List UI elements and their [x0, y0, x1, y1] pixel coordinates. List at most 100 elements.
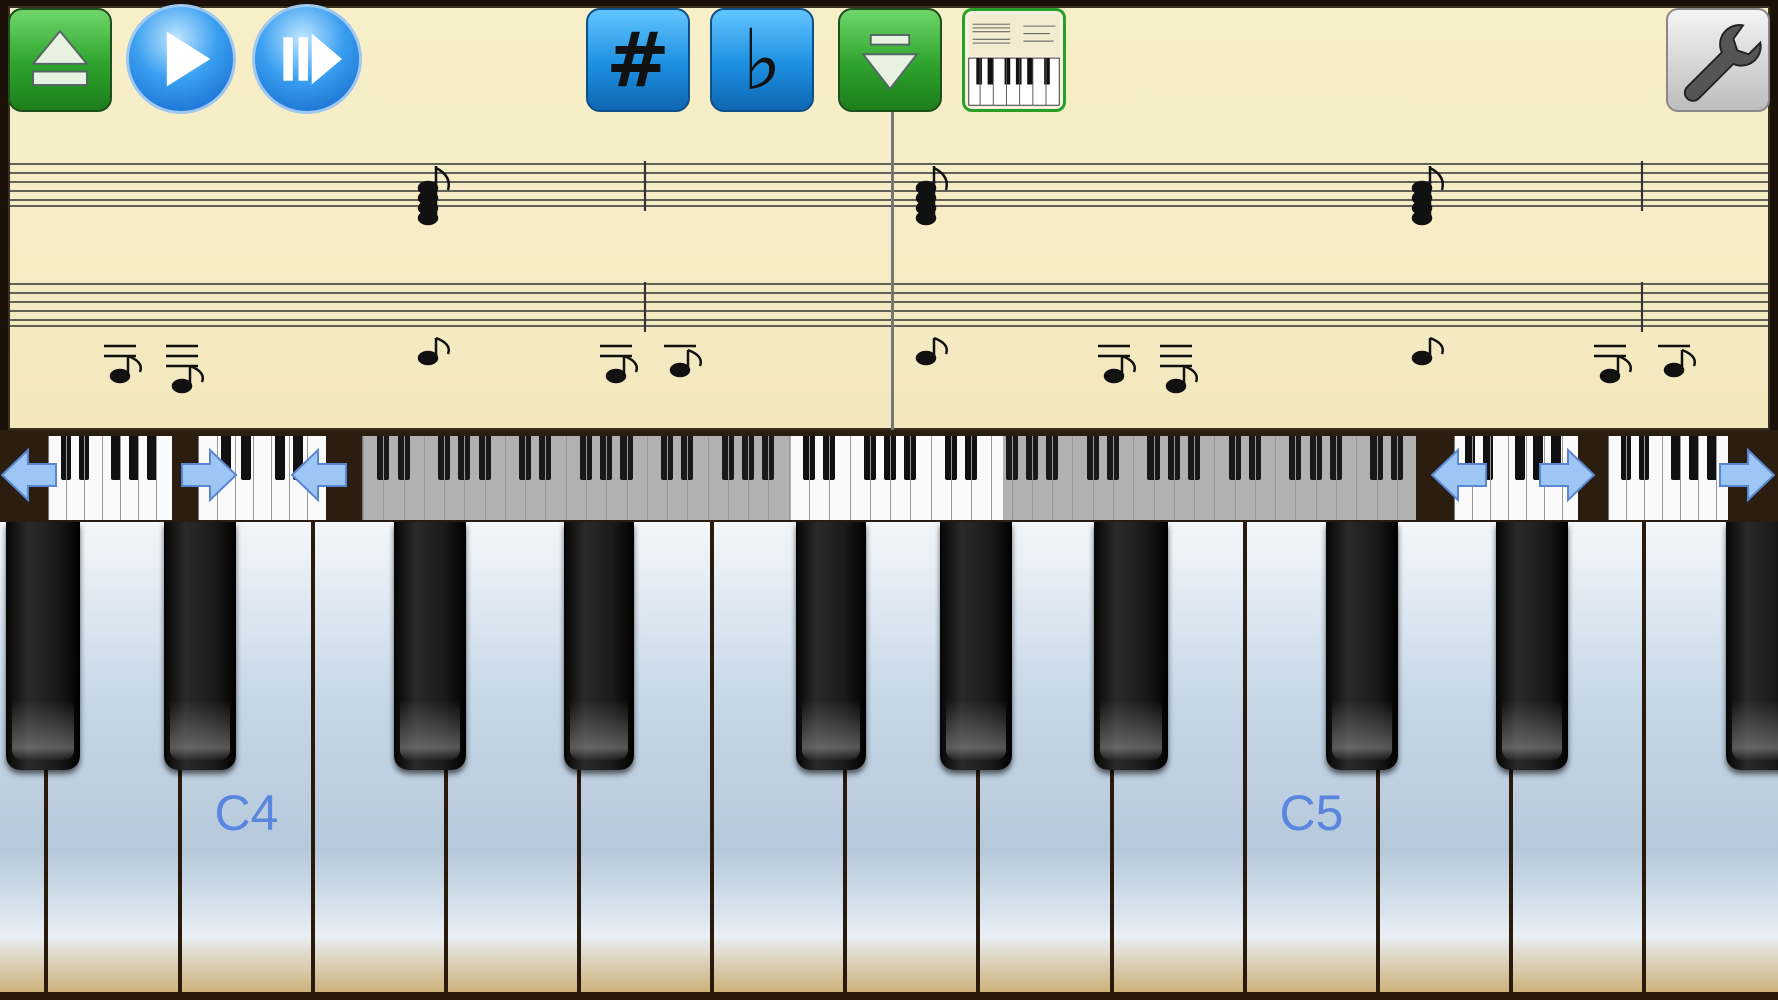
navigator-white-key: [1011, 436, 1013, 520]
navigator-white-key: [504, 436, 506, 520]
menu-down-button[interactable]: [838, 8, 942, 112]
white-key-d5[interactable]: [1380, 522, 1513, 992]
scroll-left-right-group-button[interactable]: [1430, 447, 1488, 503]
navigator-white-key: [687, 436, 689, 520]
key-label-c4: C4: [214, 785, 279, 841]
navigator-white-key: [991, 436, 993, 520]
navigator-white-key: [950, 436, 952, 520]
navigator-white-key: [890, 436, 891, 520]
navigator-offscreen-left: [363, 436, 791, 520]
navigator-keyboard-full[interactable]: [362, 436, 1417, 520]
navigator-white-key: [626, 436, 628, 520]
flat-button[interactable]: ♭: [710, 8, 814, 112]
navigator-white-key: [808, 436, 810, 520]
navigator-white-key: [1194, 436, 1195, 520]
scroll-left-near-button[interactable]: [290, 447, 348, 503]
scroll-left-far-button[interactable]: [0, 447, 58, 503]
bass-notes: [104, 336, 1696, 394]
arrow-left-icon: [1430, 447, 1487, 503]
navigator-offscreen-right: [1003, 436, 1417, 520]
settings-button[interactable]: [1666, 8, 1770, 112]
navigator-white-key: [423, 436, 425, 520]
navigator-white-key: [1396, 436, 1398, 520]
eject-icon: [31, 29, 89, 86]
scroll-right-far-button[interactable]: [1718, 447, 1776, 503]
piano-keyboard: C4 C5: [0, 522, 1778, 1000]
navigator-white-key: [667, 436, 668, 520]
arrow-left-icon: [290, 447, 347, 503]
black-key-g-sharp5[interactable]: [1726, 522, 1778, 770]
song-library-button[interactable]: [962, 8, 1066, 112]
white-key-e4[interactable]: [448, 522, 581, 992]
arrow-right-icon: [1539, 447, 1596, 503]
sharp-button[interactable]: #: [586, 8, 690, 112]
arrow-left-icon: [0, 447, 57, 503]
black-key-f-sharp5[interactable]: [1496, 522, 1568, 770]
navigator-white-key: [1153, 436, 1155, 520]
navigator-white-key: [707, 436, 709, 520]
black-key-d-sharp4[interactable]: [394, 522, 466, 770]
navigator-white-key: [849, 436, 851, 520]
navigator-white-key: [1315, 436, 1317, 520]
navigator-white-key: [1113, 436, 1114, 520]
navigator-white-key: [829, 436, 831, 520]
navigator-white-key: [1254, 436, 1256, 520]
scroll-right-near-button[interactable]: [180, 447, 238, 503]
black-key-a-sharp3[interactable]: [6, 522, 80, 770]
keyboard-navigator: [0, 430, 1778, 522]
treble-chords: [417, 166, 1444, 226]
black-key-f-sharp4[interactable]: [564, 522, 634, 770]
navigator-white-key: [1031, 436, 1033, 520]
navigator-white-key: [930, 436, 932, 520]
flat-label: ♭: [742, 11, 782, 109]
navigator-white-key: [748, 436, 750, 520]
navigator-white-key: [1173, 436, 1175, 520]
navigator-keys-far-right: [1608, 436, 1728, 520]
navigator-white-key: [1072, 436, 1074, 520]
arrow-right-icon: [181, 447, 238, 503]
navigator-white-key: [869, 436, 871, 520]
black-key-g-sharp4[interactable]: [796, 522, 866, 770]
black-key-c-sharp5[interactable]: [1094, 522, 1168, 770]
navigator-white-key: [1295, 436, 1297, 520]
navigator-white-key: [1376, 436, 1378, 520]
navigator-white-key: [646, 436, 648, 520]
navigator-white-key: [971, 436, 973, 520]
song-thumbnail-icon: [968, 14, 1060, 106]
arrow-right-icon: [1719, 447, 1776, 503]
black-key-a-sharp4[interactable]: [940, 522, 1012, 770]
play-button[interactable]: [126, 4, 236, 114]
black-key-c-sharp4[interactable]: [164, 522, 236, 770]
navigator-white-key: [910, 436, 912, 520]
chevron-down-icon: [861, 34, 919, 91]
navigator-white-key: [1214, 436, 1216, 520]
black-key-d-sharp5[interactable]: [1326, 522, 1398, 770]
eject-button[interactable]: [8, 8, 112, 112]
navigator-white-key: [1275, 436, 1277, 520]
scroll-right-mid-button[interactable]: [1538, 447, 1596, 503]
piano-app: # ♭ C4 C5: [0, 0, 1778, 1000]
step-play-button[interactable]: [252, 4, 362, 114]
navigator-white-key: [1092, 436, 1094, 520]
navigator-white-key: [383, 436, 385, 520]
navigator-white-key: [363, 436, 364, 520]
navigator-white-key: [1356, 436, 1358, 520]
step-play-icon: [283, 33, 342, 85]
navigator-white-key: [464, 436, 466, 520]
wrench-icon: [1683, 24, 1762, 102]
navigator-white-key: [1234, 436, 1236, 520]
navigator-white-key: [484, 436, 486, 520]
navigator-white-key: [768, 436, 770, 520]
navigator-white-key: [1335, 436, 1337, 520]
playback-cursor[interactable]: [891, 112, 894, 430]
navigator-white-key: [403, 436, 405, 520]
navigator-white-key: [788, 436, 790, 520]
navigator-white-key: [565, 436, 567, 520]
navigator-keys-left: [48, 436, 172, 520]
navigator-white-key: [525, 436, 527, 520]
navigator-white-key: [1052, 436, 1054, 520]
navigator-white-key: [727, 436, 729, 520]
sharp-label: #: [606, 15, 670, 104]
navigator-white-key: [1133, 436, 1135, 520]
key-label-c5: C5: [1279, 785, 1344, 841]
